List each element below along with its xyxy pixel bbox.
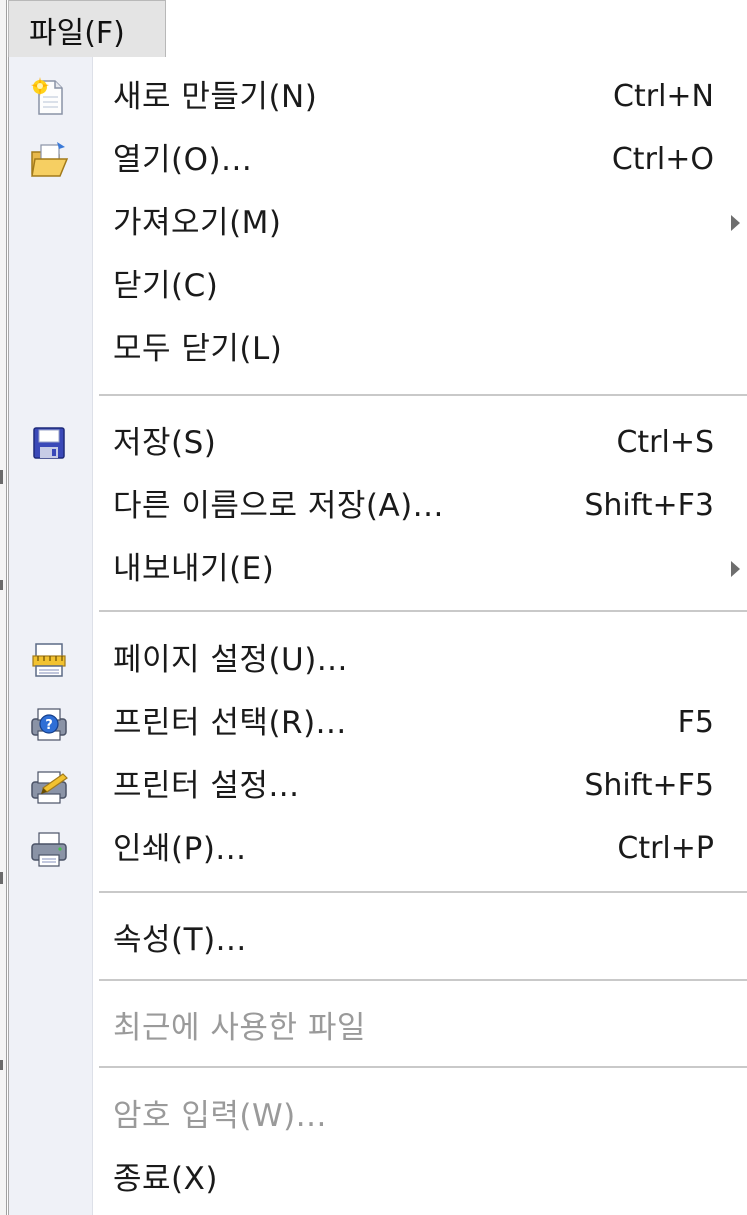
menu-item-export[interactable]: 내보내기(E) <box>9 539 747 599</box>
menu-item-label: 인쇄(P)... <box>113 831 247 867</box>
menu-item-label: 최근에 사용한 파일 <box>113 1010 366 1046</box>
menu-item-save[interactable]: 저장(S) Ctrl+S <box>9 413 747 473</box>
submenu-arrow-icon <box>731 561 740 577</box>
svg-text:?: ? <box>45 718 53 733</box>
menu-item-shortcut: Shift+F5 <box>584 768 714 803</box>
menu-item-label: 페이지 설정(U)... <box>113 642 348 678</box>
menu-separator <box>99 394 747 396</box>
menu-item-print[interactable]: 인쇄(P)... Ctrl+P <box>9 819 747 879</box>
menu-separator <box>99 1066 747 1068</box>
file-menu: 새로 만들기(N) Ctrl+N 열기(O)... Ctrl+O 가져오기(M) <box>8 57 747 1215</box>
menu-item-label: 속성(T)... <box>113 922 247 958</box>
submenu-arrow-icon <box>731 215 740 231</box>
menu-item-properties[interactable]: 속성(T)... <box>9 910 747 970</box>
edge-mark <box>0 580 3 590</box>
menu-item-import[interactable]: 가져오기(M) <box>9 193 747 253</box>
save-icon <box>29 423 69 463</box>
menu-item-label: 닫기(C) <box>113 268 219 304</box>
menu-item-select-printer[interactable]: ? 프린터 선택(R)... F5 <box>9 693 747 753</box>
menu-item-page-setup[interactable]: 페이지 설정(U)... <box>9 630 747 690</box>
menu-item-label: 내보내기(E) <box>113 551 275 587</box>
open-folder-icon <box>29 140 69 180</box>
window-left-edge <box>0 0 7 1215</box>
menu-item-label: 프린터 선택(R)... <box>113 705 347 741</box>
menu-item-shortcut: Ctrl+O <box>611 142 714 177</box>
print-icon <box>29 829 69 869</box>
menu-item-enter-password: 암호 입력(W)... <box>9 1086 747 1146</box>
menu-item-label: 저장(S) <box>113 425 217 461</box>
screen: 파일(F) 새로 만들기(N) Ctrl+N 열기(O)... Ctrl+O 가… <box>0 0 747 1215</box>
menu-item-label: 다른 이름으로 저장(A)... <box>113 488 444 524</box>
menubar-file[interactable]: 파일(F) <box>8 0 166 58</box>
menu-separator <box>99 891 747 893</box>
menu-item-shortcut: Ctrl+N <box>613 79 714 114</box>
menu-item-printer-settings[interactable]: 프린터 설정... Shift+F5 <box>9 756 747 816</box>
menu-item-save-as[interactable]: 다른 이름으로 저장(A)... Shift+F3 <box>9 476 747 536</box>
menu-item-label: 프린터 설정... <box>113 768 300 804</box>
menu-item-label: 모두 닫기(L) <box>113 331 283 367</box>
menu-item-label: 암호 입력(W)... <box>113 1098 327 1134</box>
menu-separator <box>99 979 747 981</box>
menu-item-new[interactable]: 새로 만들기(N) Ctrl+N <box>9 67 747 127</box>
new-document-icon <box>29 77 69 117</box>
menu-item-shortcut: Ctrl+S <box>616 425 714 460</box>
menu-item-shortcut: F5 <box>677 705 714 740</box>
menu-item-shortcut: Ctrl+P <box>617 831 714 866</box>
menu-item-close-all[interactable]: 모두 닫기(L) <box>9 319 747 379</box>
menu-item-open[interactable]: 열기(O)... Ctrl+O <box>9 130 747 190</box>
edge-mark <box>0 872 3 884</box>
menu-item-label: 새로 만들기(N) <box>113 79 318 115</box>
menu-item-exit[interactable]: 종료(X) <box>9 1149 747 1209</box>
menu-item-recent-files: 최근에 사용한 파일 <box>9 998 747 1058</box>
edge-mark <box>0 470 3 484</box>
menubar-file-label: 파일(F) <box>29 15 125 51</box>
edge-mark <box>0 1060 3 1070</box>
menu-item-label: 열기(O)... <box>113 142 253 178</box>
menu-item-close[interactable]: 닫기(C) <box>9 256 747 316</box>
page-setup-icon <box>29 640 69 680</box>
menu-item-label: 종료(X) <box>113 1161 218 1197</box>
menu-item-label: 가져오기(M) <box>113 205 282 241</box>
menu-item-shortcut: Shift+F3 <box>584 488 714 523</box>
printer-settings-icon <box>29 766 69 806</box>
menu-separator <box>99 610 747 612</box>
printer-select-icon: ? <box>29 703 69 743</box>
